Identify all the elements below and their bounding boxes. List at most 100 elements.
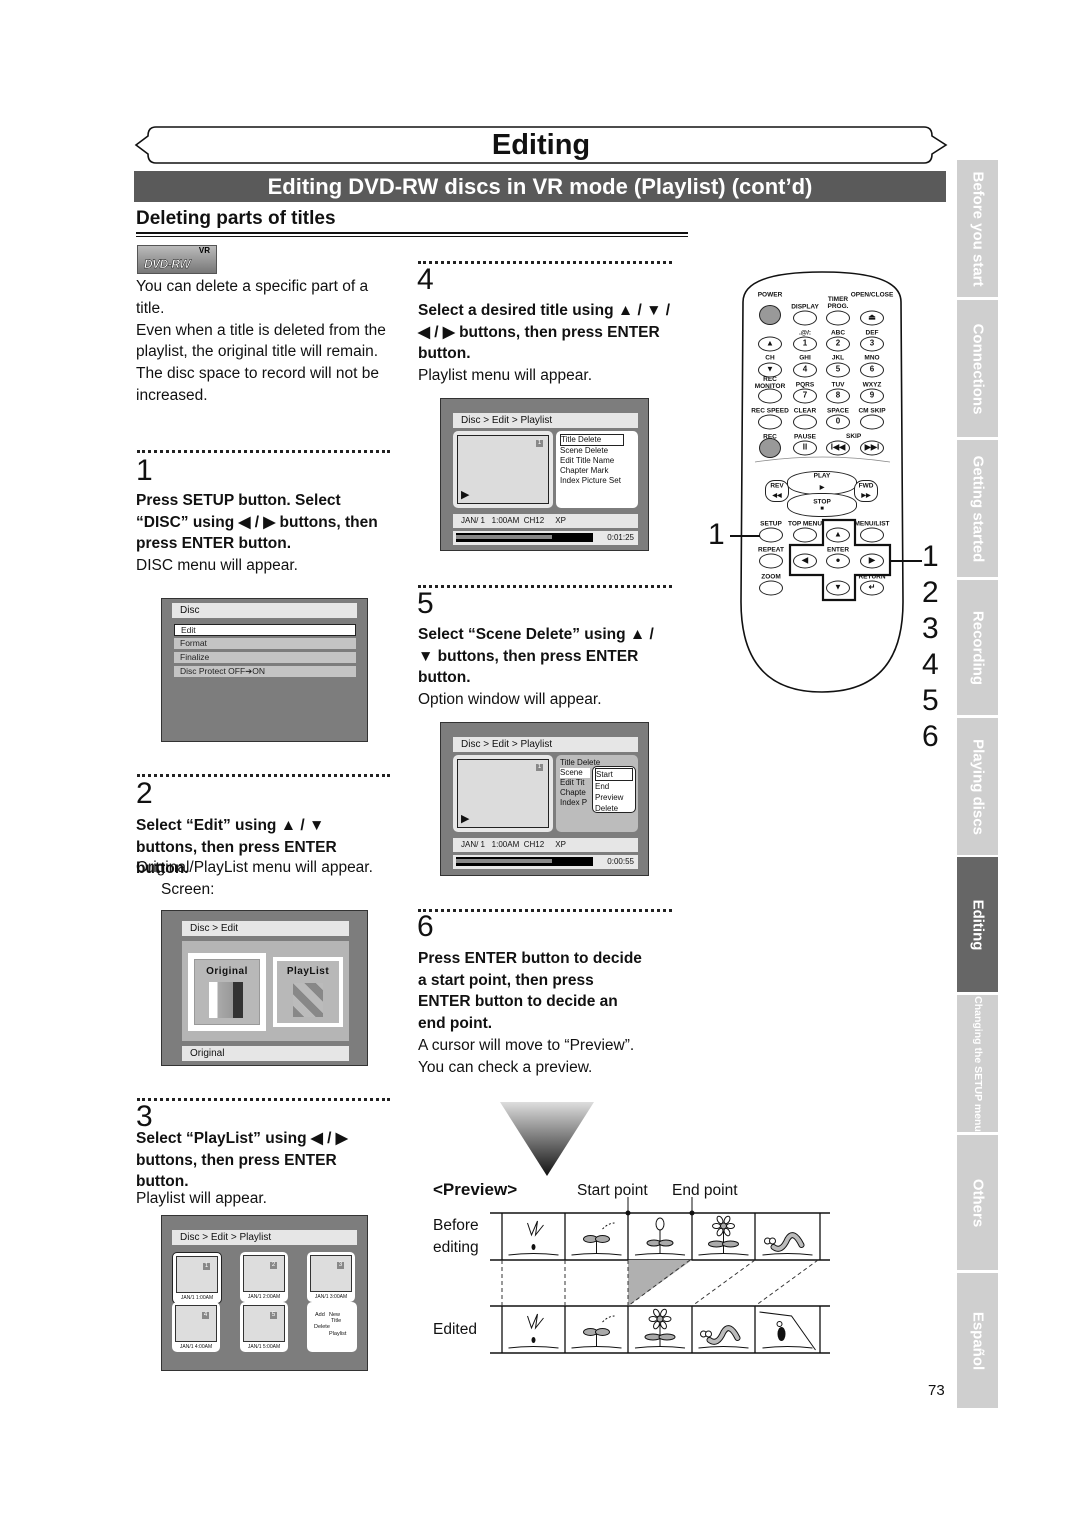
add-option[interactable]: Add xyxy=(315,1312,325,1319)
callout-number: 2 xyxy=(922,576,939,609)
remote-i-button[interactable]: I◀◀ xyxy=(826,440,850,456)
step-divider xyxy=(137,1098,390,1101)
option-end[interactable]: End xyxy=(595,781,633,792)
remote-button-label: SPACE xyxy=(827,407,849,415)
remote-ghi-button[interactable]: 4 xyxy=(793,362,817,378)
caterpillar-eye xyxy=(705,1330,712,1338)
title-date: JAN/1 5:00AM xyxy=(247,1344,281,1350)
remote-pause-button[interactable]: II xyxy=(793,440,817,456)
side-tab-playing-discs[interactable]: Playing discs xyxy=(957,718,998,855)
menu-item-index-picture-set[interactable]: Index Picture Set xyxy=(560,476,634,486)
remote-button-label: CLEAR xyxy=(793,407,817,415)
progress-bar xyxy=(456,857,593,866)
original-option[interactable]: Original xyxy=(188,953,266,1031)
title-thumbnail[interactable]: 5 JAN/1 5:00AM xyxy=(240,1302,288,1352)
menu-item-edit[interactable]: Edit xyxy=(174,624,356,636)
remote-rec-monitor-button[interactable] xyxy=(758,388,782,404)
remote-mno-button[interactable]: 6 xyxy=(860,362,884,378)
side-tab-others[interactable]: Others xyxy=(957,1135,998,1270)
remote-wxyz-button[interactable]: 9 xyxy=(860,388,884,404)
remote-button-label: MNO xyxy=(864,354,880,362)
remote-jkl-button[interactable]: 5 xyxy=(826,362,850,378)
remote-cm-skip-button[interactable] xyxy=(860,414,884,430)
button-key-glyph: ● xyxy=(835,555,841,565)
remote-rec-button[interactable] xyxy=(759,438,781,458)
remote-open-close-button[interactable]: ⏏ xyxy=(860,310,884,326)
menu-item-edit-title-name[interactable]: Edit Title Name xyxy=(560,456,634,466)
remote-repeat-button[interactable] xyxy=(759,553,783,569)
remote-arrow-button[interactable]: ▲ xyxy=(826,527,850,543)
menu-item-disc-protect[interactable]: Disc Protect OFF➔ON xyxy=(174,666,356,677)
menu-item-title-delete[interactable]: Title Delete xyxy=(560,434,624,446)
side-tab-espa-ol[interactable]: Español xyxy=(957,1273,998,1408)
remote-arrow-button[interactable]: ◀ xyxy=(793,553,817,569)
step-result: Option window will appear. xyxy=(418,691,602,708)
side-tab-before-you-start[interactable]: Before you start xyxy=(957,160,998,297)
option-delete[interactable]: Delete xyxy=(595,803,633,814)
side-tab-editing[interactable]: Editing xyxy=(957,857,998,992)
ground-line xyxy=(571,1346,622,1349)
remote-button-label: REC SPEED xyxy=(751,407,789,415)
option-preview[interactable]: Preview xyxy=(595,792,633,803)
title-option[interactable]: Title xyxy=(331,1318,341,1325)
leaf-icon xyxy=(658,1239,674,1247)
option-label: Original xyxy=(206,966,248,977)
remote-arrow-button[interactable]: 1 xyxy=(793,336,817,352)
title-thumbnail[interactable]: 4 JAN/1 4:00AM xyxy=(172,1302,220,1352)
side-tab-connections[interactable]: Connections xyxy=(957,300,998,437)
step-divider xyxy=(137,774,390,777)
remote-arrow-button[interactable]: ▲ xyxy=(758,336,782,352)
side-tab-recording[interactable]: Recording xyxy=(957,580,998,715)
callout-number: 3 xyxy=(922,612,939,645)
button-key-glyph: 1 xyxy=(802,338,808,348)
remote-arrow-button[interactable]: ▼ xyxy=(826,580,850,596)
menu-item-scene-delete[interactable]: Scene xyxy=(560,768,590,778)
button-key-glyph: ◀ xyxy=(801,555,809,565)
remote-enter-button[interactable]: ● xyxy=(826,553,850,569)
option-start[interactable]: Start xyxy=(595,768,633,781)
seed-icon xyxy=(531,1244,536,1250)
remote-clear-button[interactable] xyxy=(793,414,817,430)
original-playlist-screen: Disc > Edit Original PlayList Original xyxy=(161,910,368,1066)
remote-arrow-button[interactable]: ▶ xyxy=(860,553,884,569)
caterpillar-eye xyxy=(769,1237,776,1245)
side-tab-getting-started[interactable]: Getting started xyxy=(957,440,998,577)
remote-button-label: JKL xyxy=(831,354,845,362)
remote-power-button[interactable] xyxy=(759,305,781,325)
title-number: 4 xyxy=(202,1312,209,1319)
delete-option[interactable]: Delete xyxy=(314,1324,330,1331)
screen-title: Disc > Edit xyxy=(182,921,349,936)
remote-abc-button[interactable]: 2 xyxy=(826,336,850,352)
title-thumbnail[interactable]: 1 JAN/1 1:00AM xyxy=(172,1252,222,1304)
remote-setup-button[interactable] xyxy=(759,527,783,543)
remote-return-button[interactable]: ↵ xyxy=(860,580,884,596)
leaf-icon xyxy=(658,1333,676,1341)
title-number: 3 xyxy=(337,1262,344,1269)
remote-tuv-button[interactable]: 8 xyxy=(826,388,850,404)
side-tab-changing-the-setup-menu[interactable]: Changing the SETUP menu xyxy=(957,995,998,1132)
progress-fill xyxy=(456,859,552,863)
menu-item-chapter-mark[interactable]: Chapter Mark xyxy=(560,466,634,476)
playlist-option[interactable]: PlayList xyxy=(273,957,343,1027)
menu-item-scene-delete[interactable]: Scene Delete xyxy=(560,446,634,456)
menu-item-format[interactable]: Format xyxy=(174,638,356,649)
playlist-option[interactable]: Playlist xyxy=(329,1331,346,1338)
button-key-glyph: 7 xyxy=(802,390,808,400)
title-thumbnail[interactable]: 3 JAN/1 3:00AM xyxy=(307,1252,355,1302)
remote-timer-prog-button[interactable] xyxy=(826,310,850,326)
title-thumbnail[interactable]: 2 JAN/1 2:00AM xyxy=(240,1252,288,1302)
step-number: 5 xyxy=(417,587,434,620)
remote-display-button[interactable] xyxy=(793,310,817,326)
remote-top-menu-button[interactable] xyxy=(793,527,817,543)
remote-pqrs-button[interactable]: 7 xyxy=(793,388,817,404)
remote-zoom-button[interactable] xyxy=(759,580,783,596)
remote-button-label: TIMER PROG. xyxy=(827,296,849,310)
ground-line xyxy=(634,1253,686,1256)
ground-line xyxy=(634,1346,686,1349)
remote-space-button[interactable]: 0 xyxy=(826,414,850,430)
menu-item-finalize[interactable]: Finalize xyxy=(174,652,356,663)
remote-rec-speed-button[interactable] xyxy=(758,414,782,430)
remote-menu-list-button[interactable] xyxy=(860,527,884,543)
remote-def-button[interactable]: 3 xyxy=(860,336,884,352)
remote-i-button[interactable]: ▶▶I xyxy=(860,440,884,456)
